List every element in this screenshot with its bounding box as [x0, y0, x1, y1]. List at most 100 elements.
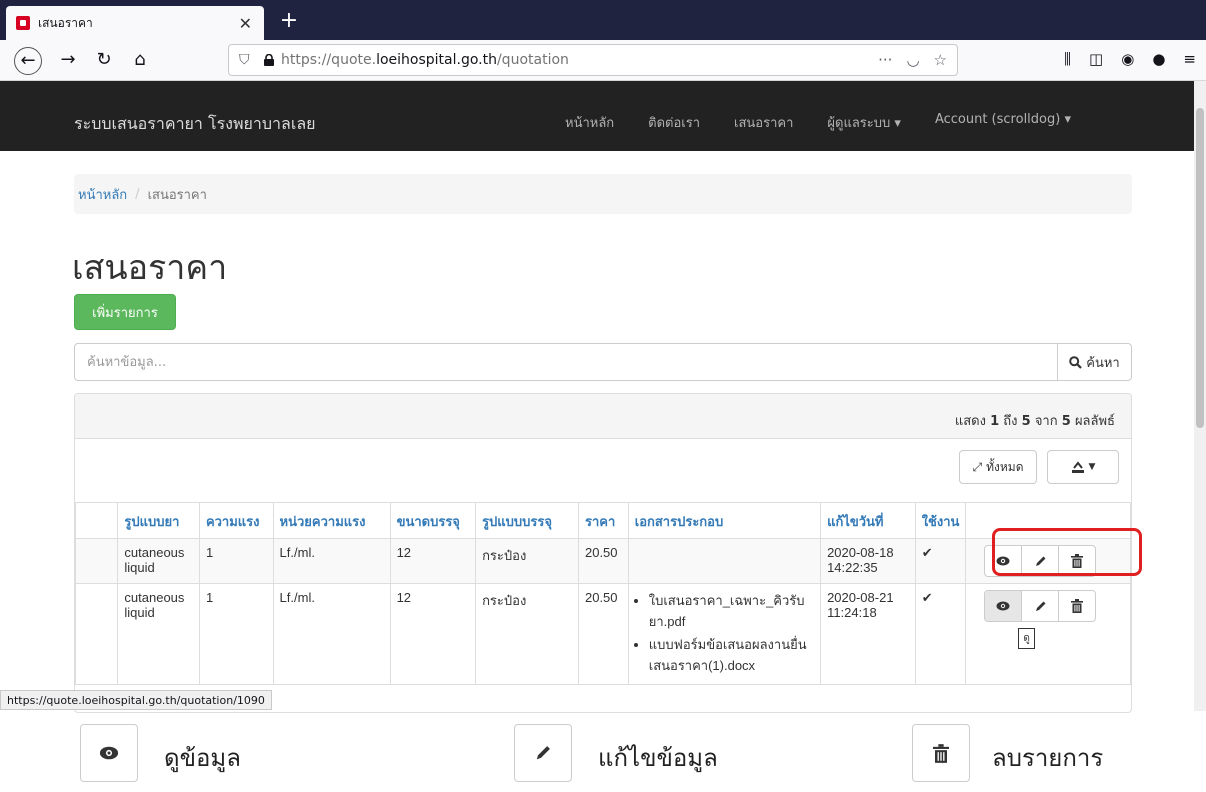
browser-tab[interactable]: เสนอราคา ✕: [6, 6, 264, 40]
updated-date: 2020-08-21: [827, 590, 894, 605]
grid-summary: แสดง 1 ถึง 5 จาก 5 ผลลัพธ์: [955, 410, 1115, 431]
search-button[interactable]: ค้นหา: [1057, 343, 1132, 381]
trash-icon: [1071, 599, 1084, 613]
column-header-updated[interactable]: แก้ไขวันที่: [820, 502, 916, 539]
scrollbar-thumb[interactable]: [1196, 108, 1204, 428]
shield-icon[interactable]: ⛉: [239, 52, 253, 68]
column-header-strength[interactable]: ความแรง: [198, 502, 274, 539]
document-link[interactable]: แบบฟอร์มข้อเสนอผลงานยื่นเสนอราคา(1).docx: [649, 634, 814, 676]
tab-title: เสนอราคา: [38, 15, 93, 30]
nav-home[interactable]: หน้าหลัก: [565, 112, 614, 133]
trash-icon: [933, 743, 949, 763]
legend-delete-box: [912, 724, 970, 782]
table-header-row: รูปแบบยา ความแรง หน่วยความแรง ขนาดบรรจุ …: [75, 502, 1131, 539]
home-icon[interactable]: ⌂: [126, 46, 154, 74]
updated-time: 14:22:35: [827, 560, 878, 575]
breadcrumb-home[interactable]: หน้าหลัก: [78, 184, 127, 205]
menu-icon[interactable]: ≡: [1183, 50, 1196, 68]
column-header-active[interactable]: ใช้งาน: [914, 502, 967, 539]
address-bar[interactable]: ⛉ https://quote. loeihospital.go.th/quota…: [228, 44, 958, 76]
add-item-button[interactable]: เพิ่มรายการ: [74, 294, 176, 330]
delete-button[interactable]: [1059, 591, 1095, 621]
row-action-group: [984, 590, 1097, 622]
row-serial: [75, 583, 119, 685]
page-title: เสนอราคา: [72, 248, 228, 288]
eye-icon: [99, 746, 119, 760]
legend-view-box: [80, 724, 138, 782]
pocket-icon[interactable]: ◡: [906, 51, 919, 69]
legend-delete-label: ลบรายการ: [992, 744, 1104, 772]
site-brand[interactable]: ระบบเสนอราคายา โรงพยาบาลเลย: [74, 112, 316, 137]
cell-updated: 2020-08-18 14:22:35: [820, 538, 916, 584]
breadcrumb-separator: /: [135, 186, 140, 202]
pencil-icon: [536, 746, 550, 760]
account-icon[interactable]: ◉: [1121, 50, 1134, 68]
export-dropdown-button[interactable]: ▼: [1047, 450, 1119, 484]
camera-favicon-icon: [16, 16, 30, 30]
row-serial: [75, 538, 119, 584]
lock-icon[interactable]: [263, 54, 275, 66]
legend-view-label: ดูข้อมูล: [164, 744, 241, 772]
summary-to-word: ถึง: [1003, 414, 1018, 429]
library-icon[interactable]: ⫼: [1064, 50, 1071, 68]
breadcrumb: หน้าหลัก / เสนอราคา: [74, 174, 1132, 214]
forward-arrow-icon[interactable]: →: [54, 46, 82, 74]
updated-date: 2020-08-18: [827, 545, 894, 560]
cell-unit: Lf./ml.: [272, 583, 391, 685]
search-input[interactable]: [74, 343, 1058, 381]
legend-edit-box: [514, 724, 572, 782]
nav-quotation[interactable]: เสนอราคา: [734, 112, 793, 133]
url-prefix: https://quote.: [281, 52, 377, 68]
cell-pack-form: กระป๋อง: [475, 583, 579, 685]
url-path: /quotation: [496, 52, 569, 68]
cell-active: ✔: [914, 583, 967, 685]
column-header-pack-size[interactable]: ขนาดบรรจุ: [389, 502, 477, 539]
summary-suffix: ผลลัพธ์: [1074, 414, 1115, 429]
extension-icon[interactable]: ●: [1152, 50, 1165, 68]
column-header-price[interactable]: ราคา: [577, 502, 629, 539]
summary-of-word: จาก: [1034, 414, 1058, 429]
grid-panel: แสดง 1 ถึง 5 จาก 5 ผลลัพธ์ ⤢ ทั้งหมด ▼ ร…: [74, 393, 1132, 713]
column-header-unit[interactable]: หน่วยความแรง: [272, 502, 391, 539]
close-tab-icon[interactable]: ✕: [239, 14, 252, 33]
url-host: loeihospital.go.th: [376, 52, 497, 68]
caret-down-icon: ▼: [1088, 462, 1096, 472]
cell-unit: Lf./ml.: [272, 538, 391, 584]
expand-icon: ⤢: [972, 459, 983, 474]
view-tooltip: ดู: [1018, 628, 1035, 649]
cell-updated: 2020-08-21 11:24:18: [820, 583, 916, 685]
cell-active: ✔: [914, 538, 967, 584]
action-buttons-highlight: [992, 528, 1142, 576]
column-header-form[interactable]: รูปแบบยา: [117, 502, 200, 539]
column-header-docs[interactable]: เอกสารประกอบ: [627, 502, 822, 539]
grid-panel-header: แสดง 1 ถึง 5 จาก 5 ผลลัพธ์: [75, 394, 1131, 439]
bookmark-star-icon[interactable]: ☆: [934, 51, 947, 69]
cell-price: 20.50: [577, 583, 629, 685]
cell-pack-size: 12: [389, 583, 477, 685]
reload-icon[interactable]: ↻: [90, 46, 118, 74]
cell-actions: ดู: [965, 583, 1131, 685]
document-link[interactable]: ใบเสนอราคา_เฉพาะ_คิวรับยา.pdf: [649, 590, 814, 632]
edit-button[interactable]: [1022, 591, 1060, 621]
export-icon: [1071, 460, 1084, 473]
sidebar-icon[interactable]: ◫: [1089, 50, 1103, 68]
new-tab-icon[interactable]: +: [274, 6, 304, 36]
breadcrumb-current: เสนอราคา: [147, 187, 207, 203]
search-button-label: ค้นหา: [1086, 355, 1120, 371]
show-all-button[interactable]: ⤢ ทั้งหมด: [959, 450, 1037, 484]
more-actions-icon[interactable]: ···: [878, 51, 892, 69]
nav-account[interactable]: Account (scrolldog) ▾: [935, 112, 1071, 133]
browser-toolbar: ← → ↻ ⌂ ⛉ https://quote. loeihospital.go.…: [0, 40, 1206, 81]
view-button[interactable]: [985, 591, 1023, 621]
quotation-table: รูปแบบยา ความแรง หน่วยความแรง ขนาดบรรจุ …: [75, 502, 1131, 685]
cell-form: cutaneous liquid: [117, 583, 200, 685]
cell-docs: ใบเสนอราคา_เฉพาะ_คิวรับยา.pdf แบบฟอร์มข้…: [627, 583, 822, 685]
nav-contact[interactable]: ติดต่อเรา: [648, 112, 700, 133]
cell-form: cutaneous liquid: [117, 538, 200, 584]
nav-admin[interactable]: ผู้ดูแลระบบ ▾: [827, 112, 901, 133]
eye-icon: [996, 601, 1010, 611]
back-arrow-icon[interactable]: ←: [14, 47, 42, 75]
status-bar-url: https://quote.loeihospital.go.th/quotati…: [0, 690, 272, 710]
pencil-icon: [1035, 601, 1046, 611]
column-header-pack-form[interactable]: รูปแบบบรรจุ: [475, 502, 579, 539]
